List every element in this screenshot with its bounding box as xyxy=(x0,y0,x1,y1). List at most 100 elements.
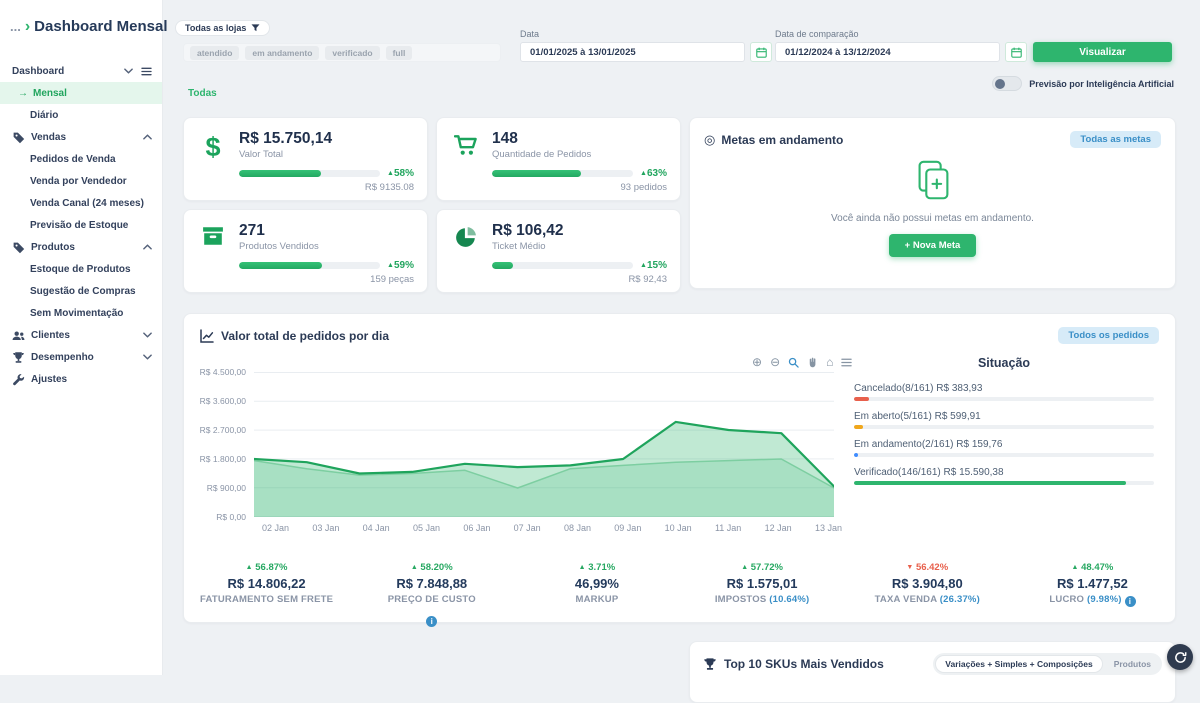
nova-meta-button[interactable]: + Nova Meta xyxy=(889,234,977,257)
date-label: Data xyxy=(520,29,539,39)
visualizar-button[interactable]: Visualizar xyxy=(1033,42,1172,62)
chevron-up-icon xyxy=(143,134,152,140)
date-range-input[interactable]: 01/01/2025 à 13/01/2025 xyxy=(520,42,745,62)
chip-em-andamento[interactable]: em andamento xyxy=(245,46,319,60)
kpi-comparison-value: 93 pedidos xyxy=(492,182,667,193)
sidebar-item-sem-movimentacao[interactable]: Sem Movimentação xyxy=(0,302,162,324)
new-goal-document-icon xyxy=(909,158,957,204)
trophy-icon xyxy=(703,657,717,671)
area-chart[interactable] xyxy=(254,372,834,517)
status-filter-bar: atendido em andamento verificado full xyxy=(183,43,501,62)
situacao-panel: Situação Cancelado(8/161) R$ 383,93 Em a… xyxy=(854,356,1154,495)
ai-forecast-toggle[interactable] xyxy=(992,76,1022,91)
status-bar-fill xyxy=(854,425,863,429)
sidebar-nav: Dashboard → Mensal Diário Vendas Pedidos… xyxy=(0,60,162,390)
progress-fill xyxy=(239,262,322,269)
compare-date-label: Data de comparação xyxy=(775,29,859,39)
ai-forecast-label: Previsão por Inteligência Artificial xyxy=(1029,79,1174,89)
kpi-card-quantidade-pedidos: 148 Quantidade de Pedidos ▲63% 93 pedido… xyxy=(436,117,681,201)
kpi-comparison-value: R$ 92,43 xyxy=(492,274,667,285)
situacao-title: Situação xyxy=(854,356,1154,370)
sidebar-item-ajustes[interactable]: Ajustes xyxy=(0,368,162,390)
sidebar-item-vendas[interactable]: Vendas xyxy=(0,126,162,148)
status-bar-track xyxy=(854,453,1154,457)
stat-faturamento-sem-frete: ▲ 56.87% R$ 14.806,22 FATURAMENTO SEM FR… xyxy=(184,562,349,627)
pie-chart-icon xyxy=(455,226,477,248)
zoom-in-icon[interactable]: ⊕ xyxy=(752,356,762,368)
support-fab[interactable] xyxy=(1167,644,1193,670)
sidebar-item-clientes[interactable]: Clientes xyxy=(0,324,162,346)
status-bar-fill xyxy=(854,397,869,401)
sidebar-item-venda-por-vendedor[interactable]: Venda por Vendedor xyxy=(0,170,162,192)
status-bar-track xyxy=(854,397,1154,401)
toggle-produtos[interactable]: Produtos xyxy=(1105,656,1160,672)
sidebar: ... › Dashboard Mensal Dashboard → Mensa… xyxy=(0,0,163,675)
sku-view-toggle: Variações + Simples + Composições Produt… xyxy=(933,653,1162,675)
todos-os-pedidos-link[interactable]: Todos os pedidos xyxy=(1058,327,1159,344)
wrench-icon xyxy=(12,373,25,386)
sidebar-item-desempenho[interactable]: Desempenho xyxy=(0,346,162,368)
progress-track xyxy=(492,262,633,269)
stat-preco-de-custo: ▲ 58.20% R$ 7.848,88 PREÇO DE CUSTO xyxy=(349,562,514,627)
sidebar-item-sugestao-de-compras[interactable]: Sugestão de Compras xyxy=(0,280,162,302)
calendar-icon xyxy=(1011,47,1022,58)
arrow-right-icon: → xyxy=(18,88,28,99)
kpi-comparison-value: R$ 9135.08 xyxy=(239,182,414,193)
chart-y-axis: R$ 4.500,00 R$ 3.600,00 R$ 2.700,00 R$ 1… xyxy=(198,368,254,521)
chevron-down-icon xyxy=(143,354,152,360)
chip-full[interactable]: full xyxy=(386,46,413,60)
orders-chart-card: Valor total de pedidos por dia Todos os … xyxy=(183,313,1176,623)
store-filter-dropdown[interactable]: Todas as lojas xyxy=(175,20,270,36)
situacao-row-em-aberto: Em aberto(5/161) R$ 599,91 xyxy=(854,411,1154,429)
toggle-variacoes[interactable]: Variações + Simples + Composições xyxy=(935,655,1102,673)
sidebar-item-venda-canal[interactable]: Venda Canal (24 meses) xyxy=(0,192,162,214)
sidebar-item-mensal[interactable]: → Mensal xyxy=(0,82,162,104)
kpi-card-valor-total: $ R$ 15.750,14 Valor Total ▲58% R$ 9135.… xyxy=(183,117,428,201)
kpi-value: R$ 15.750,14 xyxy=(239,130,414,148)
kpi-label: Produtos Vendidos xyxy=(239,241,414,252)
compare-date-range-input[interactable]: 01/12/2024 à 13/12/2024 xyxy=(775,42,1000,62)
situacao-row-em-andamento: Em andamento(2/161) R$ 159,76 xyxy=(854,439,1154,457)
chart-plot-area: R$ 4.500,00 R$ 3.600,00 R$ 2.700,00 R$ 1… xyxy=(198,372,834,521)
metas-card: ◎ Metas em andamento Todas as metas Você… xyxy=(689,117,1176,289)
chart-title: Valor total de pedidos por dia xyxy=(221,329,389,343)
filter-icon xyxy=(251,24,260,32)
calendar-icon xyxy=(756,47,767,58)
package-icon xyxy=(202,226,224,246)
reset-zoom-icon[interactable]: ⌂ xyxy=(826,356,833,368)
breadcrumb-ellipsis[interactable]: ... xyxy=(10,19,21,34)
date-calendar-button[interactable] xyxy=(750,42,772,62)
chart-menu-icon[interactable] xyxy=(841,357,852,368)
selection-zoom-icon[interactable] xyxy=(788,357,799,368)
status-bar-track xyxy=(854,425,1154,429)
progress-fill xyxy=(239,170,321,177)
todas-filter-label[interactable]: Todas xyxy=(188,88,217,99)
tag-icon xyxy=(12,131,25,144)
sidebar-item-diario[interactable]: Diário xyxy=(0,104,162,126)
top-skus-card: Top 10 SKUs Mais Vendidos Variações + Si… xyxy=(689,641,1176,703)
sidebar-item-pedidos-de-venda[interactable]: Pedidos de Venda xyxy=(0,148,162,170)
status-bar-fill xyxy=(854,453,858,457)
sidebar-item-estoque-de-produtos[interactable]: Estoque de Produtos xyxy=(0,258,162,280)
kpi-delta: ▲59% xyxy=(387,260,414,271)
kpi-delta: ▲15% xyxy=(640,260,667,271)
sidebar-item-previsao-de-estoque[interactable]: Previsão de Estoque xyxy=(0,214,162,236)
collapse-menu-icon[interactable] xyxy=(141,67,152,76)
progress-fill xyxy=(492,170,581,177)
kpi-value: 271 xyxy=(239,222,414,240)
sidebar-item-produtos[interactable]: Produtos xyxy=(0,236,162,258)
progress-track xyxy=(239,262,380,269)
refresh-icon xyxy=(1174,651,1187,664)
progress-track xyxy=(492,170,633,177)
sidebar-item-dashboard[interactable]: Dashboard xyxy=(0,60,162,82)
compare-calendar-button[interactable] xyxy=(1005,42,1027,62)
todas-as-metas-link[interactable]: Todas as metas xyxy=(1070,131,1161,148)
chip-verificado[interactable]: verificado xyxy=(325,46,379,60)
info-icon[interactable] xyxy=(1125,596,1136,607)
status-bar-track xyxy=(854,481,1154,485)
zoom-out-icon[interactable]: ⊖ xyxy=(770,356,780,368)
chip-atendido[interactable]: atendido xyxy=(190,46,239,60)
pan-icon[interactable] xyxy=(807,357,818,368)
target-icon: ◎ xyxy=(704,132,715,148)
info-icon[interactable] xyxy=(426,616,437,627)
